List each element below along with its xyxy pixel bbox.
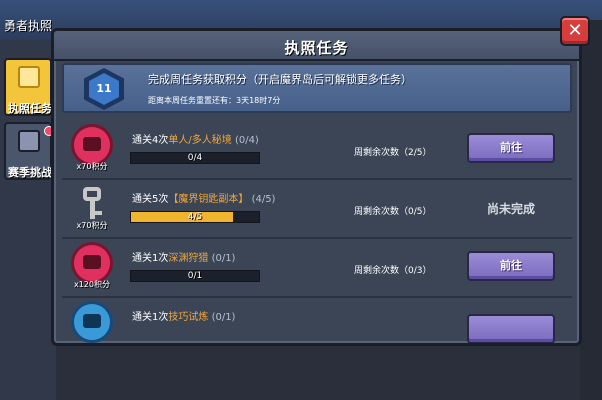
tab-season-challenge[interactable]: 赛季挑战 <box>4 122 54 180</box>
tab-label: 赛季挑战 <box>8 166 52 179</box>
task-row: x70积分 通关4次单人/多人秘境 (0/4) 0/4 周剩余次数（2/5） 前… <box>62 121 572 180</box>
abyss-icon: x120积分 <box>69 242 115 290</box>
task-title: 通关5次【魔界钥匙副本】 (4/5) <box>132 194 276 205</box>
task-points: x120积分 <box>73 280 110 289</box>
task-progress-bar: 0/4 <box>130 152 260 164</box>
task-row: x70积分 通关5次【魔界钥匙副本】 (4/5) 4/5 周剩余次数（0/5） … <box>62 180 572 239</box>
trial-icon <box>69 301 115 343</box>
task-row: x120积分 通关1次深渊狩猎 (0/1) 0/1 周剩余次数（0/3） 前往 <box>62 239 572 298</box>
license-task-dialog: 执照任务 11 完成周任务获取积分（开启魔界岛后可解锁更多任务） 距离本周任务重… <box>51 28 582 346</box>
license-level: 11 <box>89 73 119 105</box>
weekly-task-banner: 11 完成周任务获取积分（开启魔界岛后可解锁更多任务） 距离本周任务重置还有：3… <box>62 63 572 113</box>
license-level-badge-icon: 11 <box>84 68 124 110</box>
task-status-incomplete: 尚未完成 <box>486 202 535 216</box>
task-progress-bar: 0/1 <box>130 270 260 282</box>
task-progress-bar: 4/5 <box>130 211 260 223</box>
banner-text: 完成周任务获取积分（开启魔界岛后可解锁更多任务） <box>148 73 412 86</box>
progress-text: 0/4 <box>187 153 203 163</box>
season-icon <box>18 130 40 152</box>
dialog-title: 执照任务 <box>284 39 349 57</box>
weekly-remaining: 周剩余次数（0/5） <box>354 207 432 217</box>
dungeon-icon: x70积分 <box>69 124 115 172</box>
task-points: x70积分 <box>76 221 108 230</box>
progress-text: 4/5 <box>187 212 203 222</box>
task-title: 通关1次技巧试炼 (0/1) <box>132 312 236 323</box>
close-button[interactable]: ✕ <box>560 16 590 46</box>
go-button-partial[interactable] <box>467 314 555 343</box>
background-right-panel <box>580 20 602 400</box>
tab-label: 执照任务 <box>8 102 52 115</box>
task-row: 通关1次技巧试炼 (0/1) <box>62 298 572 343</box>
background-sidebar: 执照任务 赛季挑战 <box>0 40 56 400</box>
background-title: 勇者执照 <box>4 19 53 33</box>
trophy-icon <box>18 66 40 88</box>
go-button[interactable]: 前往 <box>467 133 555 163</box>
go-button[interactable]: 前往 <box>467 251 555 281</box>
progress-text: 0/1 <box>187 271 203 281</box>
task-title: 通关4次单人/多人秘境 (0/4) <box>132 135 259 146</box>
reset-countdown: 距离本周任务重置还有：3天18时7分 <box>148 96 281 105</box>
tab-license-tasks[interactable]: 执照任务 <box>4 58 52 116</box>
weekly-remaining: 周剩余次数（0/3） <box>354 266 432 276</box>
dialog-header: 执照任务 <box>54 31 579 61</box>
task-points: x70积分 <box>76 162 108 171</box>
key-icon: x70积分 <box>69 183 115 231</box>
weekly-remaining: 周剩余次数（2/5） <box>354 148 432 158</box>
task-title: 通关1次深渊狩猎 (0/1) <box>132 253 236 264</box>
